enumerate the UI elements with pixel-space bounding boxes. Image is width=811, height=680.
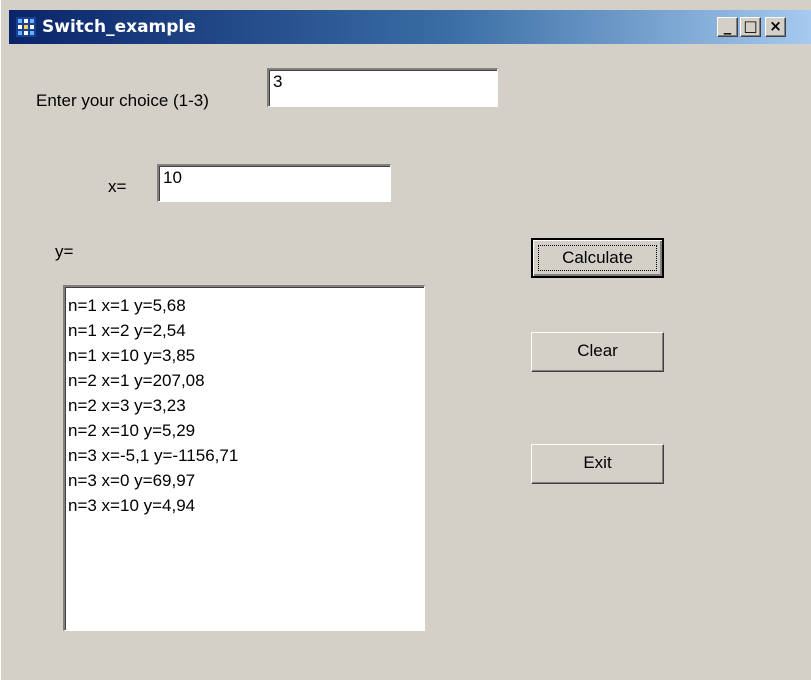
list-item[interactable]: n=1 x=2 y=2,54 (68, 318, 421, 343)
exit-button-label: Exit (583, 453, 612, 472)
list-item[interactable]: n=2 x=10 y=5,29 (68, 418, 421, 443)
x-input[interactable]: 10 (157, 164, 391, 202)
y-label: y= (55, 242, 74, 261)
app-window: Switch_example _ □ × Enter your choice (… (0, 0, 811, 680)
maximize-icon: □ (743, 17, 758, 35)
results-listbox[interactable]: n=1 x=1 y=5,68 n=1 x=2 y=2,54 n=1 x=10 y=3… (63, 285, 425, 631)
list-item[interactable]: n=3 x=10 y=4,94 (68, 493, 421, 518)
close-icon: × (769, 17, 782, 35)
choice-input[interactable]: 3 (267, 68, 498, 107)
window-title: Switch_example (42, 17, 196, 37)
maximize-button[interactable]: □ (740, 17, 761, 37)
list-item[interactable]: n=1 x=1 y=5,68 (68, 293, 421, 318)
list-item[interactable]: n=2 x=1 y=207,08 (68, 368, 421, 393)
list-item[interactable]: n=3 x=0 y=69,97 (68, 468, 421, 493)
calculate-button-label: Calculate (562, 248, 633, 267)
choice-label: Enter your choice (1-3) (36, 91, 209, 110)
clear-button-label: Clear (577, 341, 618, 360)
app-icon (16, 17, 36, 37)
close-button[interactable]: × (765, 17, 786, 37)
list-item[interactable]: n=2 x=3 y=3,23 (68, 393, 421, 418)
list-item[interactable]: n=1 x=10 y=3,85 (68, 343, 421, 368)
x-label: x= (108, 177, 127, 196)
clear-button[interactable]: Clear (531, 332, 664, 372)
calculate-button[interactable]: Calculate (531, 238, 664, 278)
exit-button[interactable]: Exit (531, 444, 664, 484)
list-item[interactable]: n=3 x=-5,1 y=-1156,71 (68, 443, 421, 468)
minimize-icon: _ (723, 17, 732, 35)
title-bar[interactable]: Switch_example _ □ × (9, 10, 811, 44)
minimize-button[interactable]: _ (717, 17, 738, 37)
